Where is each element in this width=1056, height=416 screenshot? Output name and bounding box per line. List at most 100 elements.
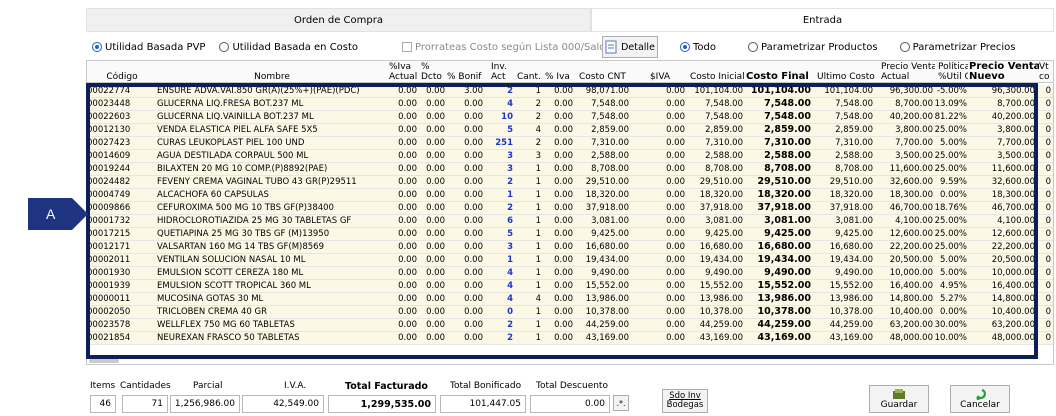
cell-ini[interactable]: 15,552.00: [687, 280, 743, 292]
cell-inv[interactable]: 2: [487, 332, 513, 344]
cell-vt[interactable]: 0: [1041, 111, 1051, 123]
radio-utilidad-costo[interactable]: Utilidad Basada en Costo: [219, 42, 358, 53]
radio-todo[interactable]: Todo: [680, 42, 716, 53]
cell-pol[interactable]: 18.76%: [933, 202, 967, 214]
cell-nombre[interactable]: TRICLOBEN CREMA 40 GR: [157, 306, 387, 318]
cell-pva[interactable]: 16,400.00: [877, 280, 933, 292]
cell-cnt[interactable]: 98,071.00: [573, 85, 629, 97]
cell-cant[interactable]: 1: [515, 306, 541, 318]
cell-codigo[interactable]: 00023448: [87, 98, 155, 110]
cell-codigo[interactable]: 00024482: [87, 176, 155, 188]
cell-pvn[interactable]: 40,200.00: [969, 111, 1035, 123]
cell-piva[interactable]: 0.00: [543, 319, 573, 331]
cell-codigo[interactable]: 00012171: [87, 241, 155, 253]
cell-piva[interactable]: 0.00: [543, 176, 573, 188]
cell-cant[interactable]: 4: [515, 293, 541, 305]
cell-nombre[interactable]: ENSURE ADVA.VAI.850 GR(A)(25%+)(PAE)(PDC…: [157, 85, 387, 97]
cell-cnt[interactable]: 7,548.00: [573, 98, 629, 110]
cell-ult[interactable]: 2,588.00: [815, 150, 873, 162]
cell-pva[interactable]: 22,200.00: [877, 241, 933, 253]
cell-vt[interactable]: 0: [1041, 98, 1051, 110]
cell-siva[interactable]: 0.00: [633, 124, 685, 136]
cell-cant[interactable]: 1: [515, 189, 541, 201]
cell-vt[interactable]: 0: [1041, 267, 1051, 279]
cell-iva[interactable]: 0.00: [389, 124, 417, 136]
cell-ult[interactable]: 16,680.00: [815, 241, 873, 253]
cell-pva[interactable]: 14,800.00: [877, 293, 933, 305]
col-precio-venta-actual[interactable]: Precio Venta Actual: [881, 61, 935, 83]
cell-pva[interactable]: 12,600.00: [877, 228, 933, 240]
cell-ult[interactable]: 13,986.00: [815, 293, 873, 305]
cell-ult[interactable]: 44,259.00: [815, 319, 873, 331]
cell-fin[interactable]: 2,859.00: [743, 124, 811, 136]
cell-fin[interactable]: 10,378.00: [743, 306, 812, 318]
cell-inv[interactable]: 0: [487, 306, 513, 318]
table-row[interactable]: 00000011 MUCOSINA GOTAS 30 ML 0.00 0.00 0.00…: [87, 293, 1053, 306]
cell-cant[interactable]: 1: [515, 332, 541, 344]
cell-ult[interactable]: 101,104.00: [815, 85, 873, 97]
cell-ini[interactable]: 2,859.00: [687, 124, 743, 136]
cell-cant[interactable]: 1: [515, 202, 541, 214]
cell-piva[interactable]: 0.00: [543, 280, 573, 292]
cell-vt[interactable]: 0: [1041, 176, 1051, 188]
sdo-inv-bodegas-button[interactable]: Sdo Inv Bodegas: [662, 389, 708, 413]
col-vt[interactable]: Vt co: [1039, 61, 1053, 83]
cell-iva[interactable]: 0.00: [389, 202, 417, 214]
cell-inv[interactable]: 251: [487, 137, 513, 149]
table-row[interactable]: 00014609 AGUA DESTILADA CORPAUL 500 ML 0.0…: [87, 150, 1053, 163]
cell-piva[interactable]: 0.00: [543, 85, 573, 97]
cell-vt[interactable]: 0: [1041, 293, 1051, 305]
cell-fin[interactable]: 13,986.00: [743, 293, 812, 305]
cell-fin[interactable]: 8,708.00: [743, 163, 811, 175]
cell-nombre[interactable]: MUCOSINA GOTAS 30 ML: [157, 293, 387, 305]
cell-pvn[interactable]: 22,200.00: [969, 241, 1035, 253]
cell-ult[interactable]: 2,859.00: [815, 124, 873, 136]
cell-pva[interactable]: 11,600.00: [877, 163, 933, 175]
cell-inv[interactable]: 2: [487, 176, 513, 188]
cell-vt[interactable]: 0: [1041, 189, 1051, 201]
cell-iva[interactable]: 0.00: [389, 137, 417, 149]
cell-piva[interactable]: 0.00: [543, 332, 573, 344]
cell-fin[interactable]: 16,680.00: [743, 241, 812, 253]
cell-inv[interactable]: 4: [487, 267, 513, 279]
cell-dcto[interactable]: 0.00: [417, 280, 445, 292]
guardar-button[interactable]: Guardar: [869, 385, 929, 413]
table-row[interactable]: 00023448 GLUCERNA LIQ.FRESA BOT.237 ML 0.0…: [87, 98, 1053, 111]
cell-bonif[interactable]: 0.00: [447, 124, 483, 136]
cell-nombre[interactable]: CEFUROXIMA 500 MG 10 TBS GF(P)38400: [157, 202, 387, 214]
cell-siva[interactable]: 0.00: [633, 332, 685, 344]
cell-dcto[interactable]: 0.00: [417, 293, 445, 305]
radio-utilidad-pvp[interactable]: Utilidad Basada PVP: [92, 42, 205, 53]
cell-cnt[interactable]: 7,548.00: [573, 111, 629, 123]
cell-bonif[interactable]: 0.00: [447, 150, 483, 162]
cell-pol[interactable]: 25.00%: [933, 150, 967, 162]
cell-cnt[interactable]: 3,081.00: [573, 215, 629, 227]
cell-pol[interactable]: 30.00%: [933, 319, 967, 331]
cell-iva[interactable]: 0.00: [389, 241, 417, 253]
cell-bonif[interactable]: 0.00: [447, 189, 483, 201]
col-precio-venta-nuevo[interactable]: Precio Venta Nuevo: [969, 61, 1039, 83]
cell-cnt[interactable]: 37,918.00: [573, 202, 629, 214]
table-row[interactable]: 00001930 EMULSION SCOTT CEREZA 180 ML 0.00…: [87, 267, 1053, 280]
cell-cant[interactable]: 1: [515, 280, 541, 292]
cell-codigo[interactable]: 00012130: [87, 124, 155, 136]
cell-codigo[interactable]: 00000011: [87, 293, 155, 305]
cell-codigo[interactable]: 00001939: [87, 280, 155, 292]
cell-fin[interactable]: 9,490.00: [743, 267, 811, 279]
cell-fin[interactable]: 3,081.00: [743, 215, 811, 227]
cell-pvn[interactable]: 46,700.00: [969, 202, 1035, 214]
cell-pol[interactable]: 0.00%: [933, 189, 967, 201]
col-costo-inicial[interactable]: Costo Inicial: [690, 61, 746, 83]
cell-ini[interactable]: 9,490.00: [687, 267, 743, 279]
col-inv-act[interactable]: Inv. Act: [491, 61, 515, 83]
cell-pvn[interactable]: 3,800.00: [969, 124, 1035, 136]
cell-pol[interactable]: 4.95%: [933, 280, 967, 292]
table-row[interactable]: 00001732 HIDROCLOROTIAZIDA 25 MG 30 TABLE…: [87, 215, 1053, 228]
cell-nombre[interactable]: HIDROCLOROTIAZIDA 25 MG 30 TABLETAS GF: [157, 215, 387, 227]
cell-ini[interactable]: 44,259.00: [687, 319, 743, 331]
cell-ult[interactable]: 18,320.00: [815, 189, 873, 201]
table-row[interactable]: 00022774 ENSURE ADVA.VAI.850 GR(A)(25%+)(…: [87, 85, 1053, 98]
table-row[interactable]: 00012130 VENDA ELASTICA PIEL ALFA SAFE 5X…: [87, 124, 1053, 137]
cell-ult[interactable]: 10,378.00: [815, 306, 873, 318]
cell-cant[interactable]: 3: [515, 150, 541, 162]
